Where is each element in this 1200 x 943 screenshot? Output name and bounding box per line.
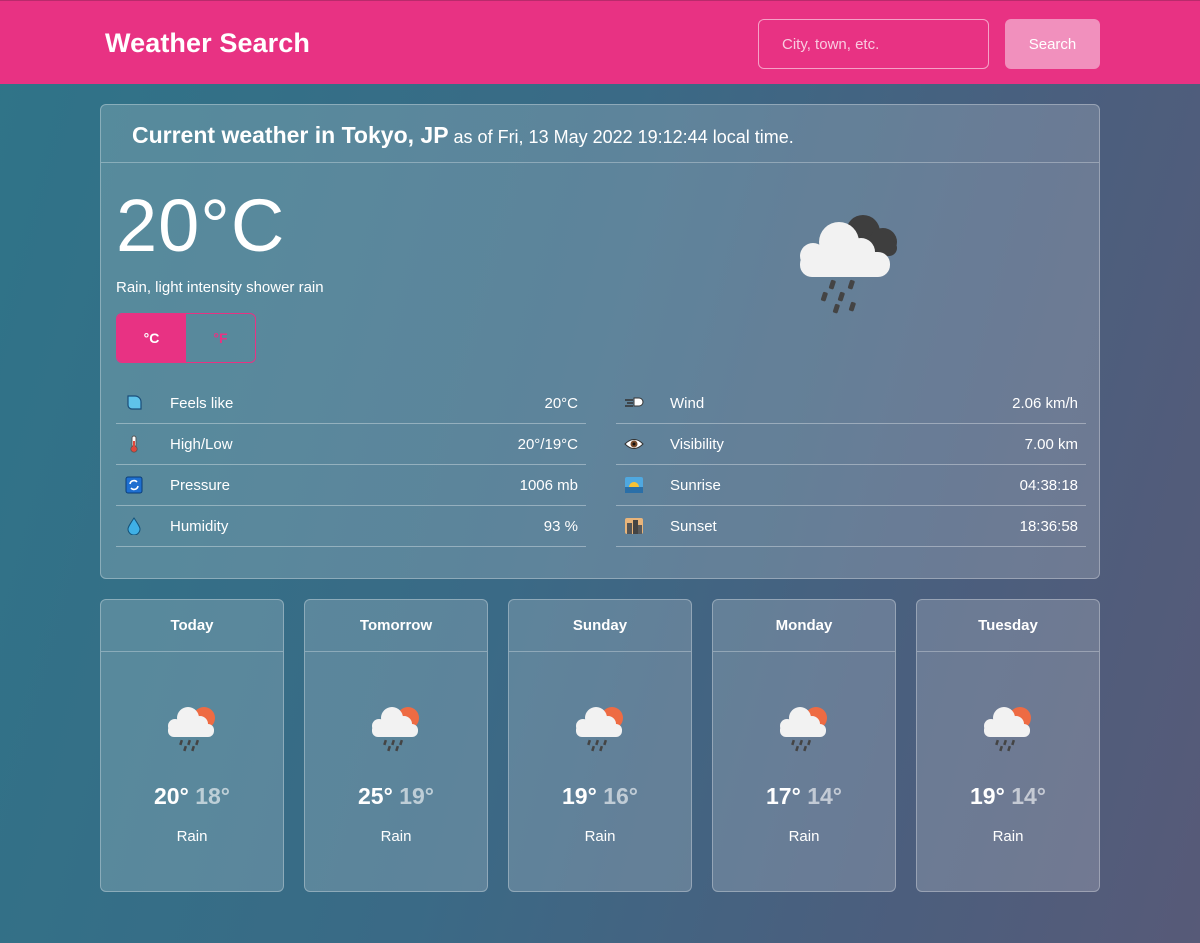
forecast-day: Monday (713, 600, 895, 652)
fahrenheit-button[interactable]: °F (186, 314, 255, 362)
stat-row-sunset: Sunset 18:36:58 (616, 506, 1086, 547)
stat-value: 20°/19°C (517, 435, 578, 453)
stat-value: 2.06 km/h (1012, 394, 1078, 412)
sunset-icon (624, 516, 644, 536)
celsius-button[interactable]: °C (117, 314, 186, 362)
forecast-temps: 17° 14° (713, 783, 895, 810)
forecast-day: Tuesday (917, 600, 1099, 652)
sun-rain-cloud-icon (368, 700, 424, 757)
forecast-high: 20° (154, 783, 189, 809)
forecast-temps: 20° 18° (101, 783, 283, 810)
top-nav-bar: Weather Search Search (0, 0, 1200, 84)
forecast-day: Sunday (509, 600, 691, 652)
sun-rain-cloud-icon (980, 700, 1036, 757)
stat-value: 7.00 km (1024, 435, 1078, 453)
stat-row-visibility: Visibility 7.00 km (616, 424, 1086, 465)
current-temperature: 20°C (116, 184, 286, 267)
forecast-condition: Rain (176, 828, 208, 845)
rain-cloud-icon (791, 208, 911, 323)
eye-icon (624, 434, 644, 454)
forecast-card: Today 20° 18° Rain (100, 599, 284, 892)
forecast-high: 19° (970, 783, 1005, 809)
sun-rain-cloud-icon (572, 700, 628, 757)
stat-value: 20°C (544, 394, 578, 412)
stat-row-feels-like: Feels like 20°C (116, 383, 586, 424)
stat-row-pressure: Pressure 1006 mb (116, 465, 586, 506)
wind-icon (624, 393, 644, 413)
observation-time: as of Fri, 13 May 2022 19:12:44 local ti… (453, 127, 794, 147)
pressure-icon (124, 475, 144, 495)
location-title: Current weather in Tokyo, JP (132, 122, 449, 148)
forecast-low: 14° (807, 783, 842, 809)
forecast-high: 19° (562, 783, 597, 809)
forecast-condition: Rain (992, 828, 1024, 845)
sun-rain-cloud-icon (164, 700, 220, 757)
stat-row-wind: Wind 2.06 km/h (616, 383, 1086, 424)
forecast-card: Monday 17° 14° Rain (712, 599, 896, 892)
forecast-condition: Rain (788, 828, 820, 845)
current-weather-heading: Current weather in Tokyo, JP as of Fri, … (101, 105, 1099, 163)
forecast-high: 25° (358, 783, 393, 809)
forecast-day: Today (101, 600, 283, 652)
feels-like-icon (124, 393, 144, 413)
forecast-low: 19° (399, 783, 434, 809)
unit-toggle: °C °F (116, 313, 256, 363)
stat-row-sunrise: Sunrise 04:38:18 (616, 465, 1086, 506)
forecast-low: 14° (1011, 783, 1046, 809)
stat-label: Feels like (170, 394, 234, 412)
stat-value: 93 % (543, 517, 578, 535)
stat-row-humidity: Humidity 93 % (116, 506, 586, 547)
forecast-card: Tuesday 19° 14° Rain (916, 599, 1100, 892)
stat-label: Sunset (670, 517, 717, 535)
stat-label: Humidity (170, 517, 229, 535)
forecast-low: 16° (603, 783, 638, 809)
forecast-low: 18° (195, 783, 230, 809)
droplet-icon (124, 516, 144, 536)
sunrise-icon (624, 475, 644, 495)
weather-description: Rain, light intensity shower rain (116, 279, 324, 296)
stat-value: 18:36:58 (1019, 517, 1078, 535)
stats-left-column: Feels like 20°C High/Low 20°/19°C Pressu… (116, 383, 586, 547)
stat-label: Wind (670, 394, 705, 412)
forecast-high: 17° (766, 783, 801, 809)
stat-row-high-low: High/Low 20°/19°C (116, 424, 586, 465)
thermometer-icon (124, 434, 144, 454)
forecast-card: Tomorrow 25° 19° Rain (304, 599, 488, 892)
stat-value: 1006 mb (519, 476, 578, 494)
forecast-day: Tomorrow (305, 600, 487, 652)
forecast-temps: 19° 16° (509, 783, 691, 810)
stat-value: 04:38:18 (1019, 476, 1078, 494)
forecast-card: Sunday 19° 16° Rain (508, 599, 692, 892)
stat-label: Sunrise (670, 476, 721, 494)
stat-label: Pressure (170, 476, 231, 494)
forecast-temps: 25° 19° (305, 783, 487, 810)
stat-label: Visibility (670, 435, 724, 453)
forecast-condition: Rain (380, 828, 412, 845)
brand-title: Weather Search (105, 28, 310, 58)
forecast-condition: Rain (584, 828, 616, 845)
stat-label: High/Low (170, 435, 233, 453)
stats-right-column: Wind 2.06 km/h Visibility 7.00 km Sunris… (616, 383, 1086, 547)
forecast-temps: 19° 14° (917, 783, 1099, 810)
sun-rain-cloud-icon (776, 700, 832, 757)
current-weather-panel: Current weather in Tokyo, JP as of Fri, … (100, 104, 1100, 579)
search-button[interactable]: Search (1005, 19, 1100, 69)
search-input[interactable] (758, 19, 989, 69)
